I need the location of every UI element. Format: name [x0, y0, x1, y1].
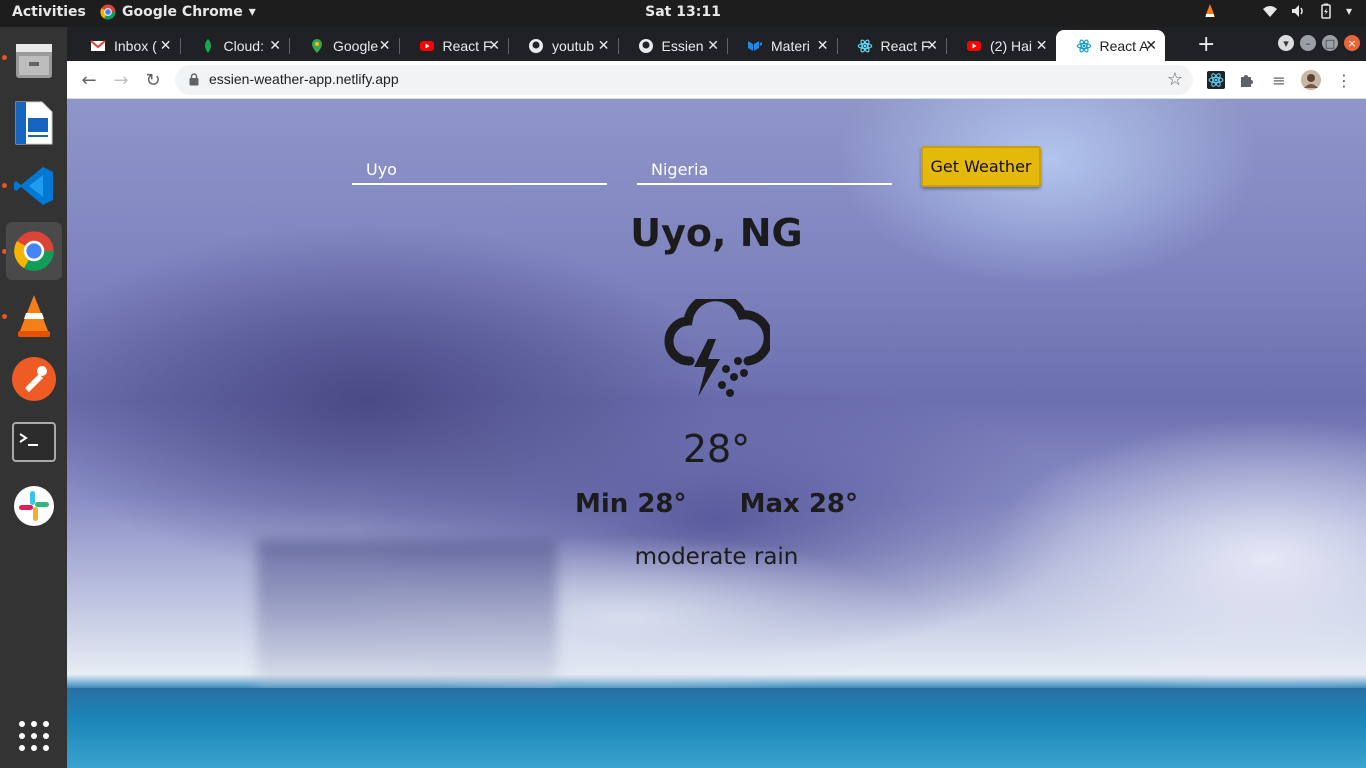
- tab-title: Essien: [661, 37, 704, 54]
- tab-title: Materi: [771, 37, 810, 54]
- writer-icon[interactable]: [6, 94, 62, 152]
- close-tab-icon[interactable]: ✕: [1145, 37, 1157, 54]
- browser-tab[interactable]: (2) Hai ✕: [946, 30, 1056, 61]
- url-text: essien-weather-app.netlify.app: [209, 71, 399, 87]
- clock[interactable]: Sat 13:11: [645, 4, 721, 20]
- chrome-small-icon: [100, 4, 116, 20]
- youtube-icon: [419, 38, 435, 54]
- files-icon[interactable]: [6, 31, 62, 89]
- google-maps-icon: [309, 38, 325, 54]
- close-tab-icon[interactable]: ✕: [379, 37, 391, 54]
- close-tab-icon[interactable]: ✕: [707, 37, 719, 54]
- get-weather-button[interactable]: Get Weather: [921, 146, 1041, 187]
- close-tab-icon[interactable]: ✕: [269, 37, 281, 54]
- tab-title: React F: [880, 37, 929, 54]
- system-top-bar: Activities Google Chrome ▾ Sat 13:11 ▾: [0, 0, 1366, 27]
- volume-icon[interactable]: [1290, 3, 1306, 19]
- tab-title: (2) Hai: [990, 37, 1033, 54]
- tab-title: React A: [1099, 37, 1148, 54]
- extensions-puzzle-icon[interactable]: [1237, 70, 1257, 90]
- browser-tab[interactable]: Essien ✕: [617, 30, 728, 61]
- bookmark-star-icon[interactable]: ☆: [1167, 69, 1183, 90]
- browser-tab[interactable]: React A ✕: [1055, 30, 1165, 61]
- youtube-icon: [966, 38, 982, 54]
- maximize-button[interactable]: □: [1322, 35, 1338, 51]
- material-ui-icon: [747, 38, 763, 54]
- browser-tab[interactable]: youtub ✕: [508, 30, 618, 61]
- profile-avatar[interactable]: [1301, 70, 1321, 90]
- city-field[interactable]: [352, 155, 607, 185]
- background-sea: [67, 688, 1366, 768]
- close-tab-icon[interactable]: ✕: [926, 37, 938, 54]
- close-tab-icon[interactable]: ✕: [488, 37, 500, 54]
- tab-search-icon[interactable]: ▾: [1278, 35, 1294, 51]
- back-button[interactable]: ←: [76, 67, 102, 93]
- wifi-icon[interactable]: [1262, 3, 1278, 19]
- weather-app-page: Get Weather Uyo, NG 28° Min 28° Max 28° …: [67, 99, 1366, 768]
- chrome-icon[interactable]: [6, 222, 62, 280]
- country-input[interactable]: [649, 159, 869, 180]
- country-field[interactable]: [637, 155, 892, 185]
- tab-title: Inbox (: [114, 37, 157, 54]
- tab-title: youtub: [552, 37, 595, 54]
- weather-description: moderate rain: [634, 544, 799, 570]
- media-queue-icon[interactable]: ≡: [1269, 70, 1289, 90]
- browser-window: Inbox (✕ Cloud: ✕ Google ✕ React F ✕ youtub ✕ Ess…: [67, 27, 1366, 768]
- vlc-icon[interactable]: [6, 287, 62, 345]
- terminal-icon[interactable]: [6, 413, 62, 471]
- max-temperature: Max 28°: [739, 489, 858, 519]
- postman-icon[interactable]: [6, 350, 62, 408]
- app-menu-label: Google Chrome: [122, 4, 243, 20]
- browser-tab[interactable]: Google ✕: [289, 30, 399, 61]
- app-menu[interactable]: Google Chrome ▾: [100, 4, 256, 20]
- current-temperature: 28°: [682, 427, 751, 471]
- battery-icon[interactable]: [1318, 3, 1334, 19]
- browser-tab[interactable]: Materi ✕: [727, 30, 837, 61]
- chrome-menu-icon[interactable]: ⋮: [1334, 70, 1354, 90]
- lock-icon[interactable]: [189, 73, 199, 86]
- min-temperature: Min 28°: [574, 489, 687, 519]
- city-input[interactable]: [364, 159, 584, 180]
- thunderstorm-rain-icon: [664, 299, 770, 397]
- forward-button[interactable]: →: [108, 67, 134, 93]
- chevron-down-icon: ▾: [248, 4, 256, 20]
- min-max-row: Min 28° Max 28°: [67, 489, 1366, 519]
- vscode-icon[interactable]: [6, 157, 62, 215]
- close-tab-icon[interactable]: ✕: [1036, 37, 1048, 54]
- browser-tab[interactable]: React F ✕: [398, 30, 509, 61]
- browser-tab[interactable]: Cloud: ✕: [179, 30, 290, 61]
- tab-strip: Inbox (✕ Cloud: ✕ Google ✕ React F ✕ youtub ✕ Ess…: [67, 27, 1366, 61]
- mongodb-leaf-icon: [200, 38, 216, 54]
- browser-toolbar: ← → ↻ essien-weather-app.netlify.app ☆ ≡…: [67, 61, 1366, 99]
- react-icon: [1076, 38, 1092, 54]
- close-tab-icon[interactable]: ✕: [160, 37, 172, 54]
- tab-title: Google: [333, 37, 379, 54]
- minimize-button[interactable]: –: [1300, 35, 1316, 51]
- tab-title: Cloud:: [223, 37, 264, 54]
- chevron-down-icon[interactable]: ▾: [1346, 4, 1352, 18]
- tab-title: React F: [442, 37, 491, 54]
- gmail-icon: [90, 38, 106, 54]
- browser-tab[interactable]: React F ✕: [836, 30, 947, 61]
- vlc-tray-icon[interactable]: [1202, 3, 1218, 19]
- close-window-button[interactable]: ×: [1344, 35, 1360, 51]
- reload-button[interactable]: ↻: [140, 67, 166, 93]
- address-bar[interactable]: essien-weather-app.netlify.app ☆: [175, 65, 1193, 95]
- slack-icon[interactable]: [6, 477, 62, 535]
- app-grid-icon[interactable]: [6, 707, 62, 765]
- close-tab-icon[interactable]: ✕: [598, 37, 610, 54]
- location-heading: Uyo, NG: [630, 211, 803, 255]
- dock: [0, 27, 67, 768]
- close-tab-icon[interactable]: ✕: [817, 37, 829, 54]
- new-tab-button[interactable]: +: [1197, 32, 1215, 57]
- github-icon: [528, 38, 544, 54]
- browser-tab[interactable]: Inbox (✕: [70, 30, 180, 61]
- github-icon: [638, 38, 654, 54]
- react-devtools-icon[interactable]: [1206, 70, 1226, 90]
- react-icon: [857, 38, 873, 54]
- activities-button[interactable]: Activities: [12, 4, 86, 20]
